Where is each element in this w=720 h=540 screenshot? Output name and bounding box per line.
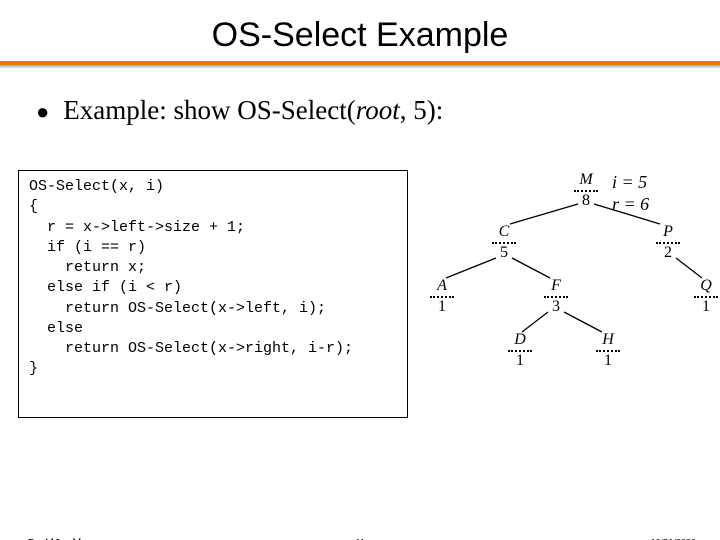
slide-title: OS-Select Example — [0, 16, 720, 55]
bullet-arg: root — [356, 95, 400, 125]
node-label: C — [490, 224, 518, 241]
code-box: OS-Select(x, i) { r = x->left->size + 1;… — [18, 170, 408, 418]
tree-node-C: C 5 — [490, 224, 518, 262]
annotation-r: r = 6 — [612, 194, 649, 216]
bullet-line: ● Example: show OS-Select(root, 5): — [36, 95, 720, 126]
tree-node-H: H 1 — [594, 332, 622, 370]
node-label: P — [654, 224, 682, 241]
node-label: M — [572, 172, 600, 189]
bullet-prefix: Example: show OS-Select( — [63, 95, 355, 125]
node-size: 3 — [542, 299, 570, 316]
node-size: 2 — [654, 245, 682, 262]
node-size: 1 — [428, 299, 456, 316]
node-size: 8 — [572, 193, 600, 210]
title-rule — [0, 61, 720, 69]
node-label: D — [506, 332, 534, 349]
tree-node-D: D 1 — [506, 332, 534, 370]
bullet-icon: ● — [36, 101, 49, 123]
tree-diagram: M 8 i = 5 r = 6 C 5 P 2 A 1 F 3 — [416, 166, 716, 396]
tree-node-Q: Q 1 — [692, 278, 720, 316]
annotation: i = 5 r = 6 — [612, 172, 649, 215]
tree-node-F: F 3 — [542, 278, 570, 316]
node-size: 5 — [490, 245, 518, 262]
tree-node-A: A 1 — [428, 278, 456, 316]
bullet-text: Example: show OS-Select(root, 5): — [63, 95, 443, 126]
node-label: H — [594, 332, 622, 349]
node-label: Q — [692, 278, 720, 295]
node-size: 1 — [594, 353, 622, 370]
node-label: A — [428, 278, 456, 295]
node-label: F — [542, 278, 570, 295]
rule-shadow — [0, 65, 720, 69]
annotation-i: i = 5 — [612, 172, 649, 194]
tree-node-P: P 2 — [654, 224, 682, 262]
node-size: 1 — [506, 353, 534, 370]
bullet-suffix: , 5): — [400, 95, 444, 125]
tree-node-M: M 8 — [572, 172, 600, 210]
slide: OS-Select Example ● Example: show OS-Sel… — [0, 16, 720, 540]
node-size: 1 — [692, 299, 720, 316]
